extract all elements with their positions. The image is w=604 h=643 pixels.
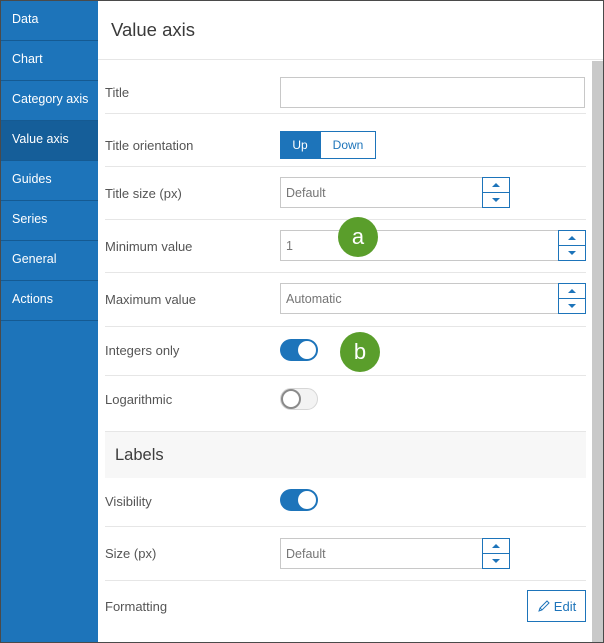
caret-down-icon xyxy=(492,559,500,563)
panel-header: Value axis xyxy=(98,1,603,60)
edit-button-label: Edit xyxy=(553,598,577,614)
minimum-value-increment[interactable] xyxy=(559,231,585,245)
minimum-value-input[interactable] xyxy=(280,230,558,261)
sidebar-item-actions[interactable]: Actions xyxy=(1,281,98,321)
toggle-knob xyxy=(297,490,317,510)
sidebar-item-series[interactable]: Series xyxy=(1,201,98,241)
maximum-value-stepper xyxy=(280,283,586,314)
maximum-value-row: Maximum value xyxy=(105,273,586,327)
caret-down-icon xyxy=(568,304,576,308)
orientation-up-button[interactable]: Up xyxy=(280,131,320,159)
sidebar-item-chart[interactable]: Chart xyxy=(1,41,98,81)
label-size-stepper xyxy=(280,538,510,569)
maximum-value-increment[interactable] xyxy=(559,284,585,298)
maximum-value-input[interactable] xyxy=(280,283,558,314)
title-orientation-row: Title orientation Up Down xyxy=(105,114,586,167)
label-size-row: Size (px) xyxy=(105,527,586,581)
caret-up-icon xyxy=(568,289,576,293)
scrollbar[interactable] xyxy=(592,61,603,642)
title-size-increment[interactable] xyxy=(483,178,509,192)
toggle-knob xyxy=(281,389,301,409)
title-row: Title xyxy=(105,61,586,114)
labels-section-heading: Labels xyxy=(105,432,586,478)
title-orientation-toggle: Up Down xyxy=(280,131,376,159)
sidebar: Data Chart Category axis Value axis Guid… xyxy=(1,1,98,642)
caret-up-icon xyxy=(568,236,576,240)
integers-only-toggle[interactable] xyxy=(280,339,318,361)
sidebar-item-guides[interactable]: Guides xyxy=(1,161,98,201)
title-input[interactable] xyxy=(280,77,585,108)
label-size-increment[interactable] xyxy=(483,539,509,553)
orientation-down-button[interactable]: Down xyxy=(320,131,376,159)
title-size-row: Title size (px) xyxy=(105,167,586,220)
formatting-row: Formatting Edit xyxy=(105,581,586,633)
maximum-value-label: Maximum value xyxy=(105,292,197,307)
label-size-input[interactable] xyxy=(280,538,482,569)
sidebar-item-category-axis[interactable]: Category axis xyxy=(1,81,98,121)
logarithmic-toggle[interactable] xyxy=(280,388,318,410)
sidebar-item-general[interactable]: General xyxy=(1,241,98,281)
caret-up-icon xyxy=(492,544,500,548)
callout-badge-a: a xyxy=(338,217,378,257)
logarithmic-row: Logarithmic xyxy=(105,376,586,432)
caret-up-icon xyxy=(492,183,500,187)
title-label: Title xyxy=(105,85,130,100)
logarithmic-label: Logarithmic xyxy=(105,392,173,407)
maximum-value-decrement[interactable] xyxy=(559,298,585,313)
edit-formatting-button[interactable]: Edit xyxy=(527,590,586,622)
title-size-input[interactable] xyxy=(280,177,482,208)
title-size-label: Title size (px) xyxy=(105,186,182,201)
sidebar-item-value-axis[interactable]: Value axis xyxy=(1,121,98,161)
visibility-label: Visibility xyxy=(105,494,152,509)
settings-panel: Value axis Title Title orientation Up Do… xyxy=(98,1,603,642)
minimum-value-stepper xyxy=(280,230,586,261)
toggle-knob xyxy=(297,340,317,360)
label-size-decrement[interactable] xyxy=(483,553,509,568)
page-title: Value axis xyxy=(111,19,195,40)
caret-down-icon xyxy=(568,251,576,255)
caret-down-icon xyxy=(492,198,500,202)
integers-only-label: Integers only xyxy=(105,343,180,358)
label-size-label: Size (px) xyxy=(105,546,157,561)
minimum-value-decrement[interactable] xyxy=(559,245,585,260)
pencil-icon xyxy=(538,600,550,612)
title-size-stepper xyxy=(280,177,510,208)
title-size-decrement[interactable] xyxy=(483,192,509,207)
callout-badge-b: b xyxy=(340,332,380,372)
visibility-row: Visibility xyxy=(105,478,586,527)
sidebar-item-data[interactable]: Data xyxy=(1,1,98,41)
visibility-toggle[interactable] xyxy=(280,489,318,511)
title-orientation-label: Title orientation xyxy=(105,138,194,153)
minimum-value-label: Minimum value xyxy=(105,239,193,254)
formatting-label: Formatting xyxy=(105,599,168,614)
